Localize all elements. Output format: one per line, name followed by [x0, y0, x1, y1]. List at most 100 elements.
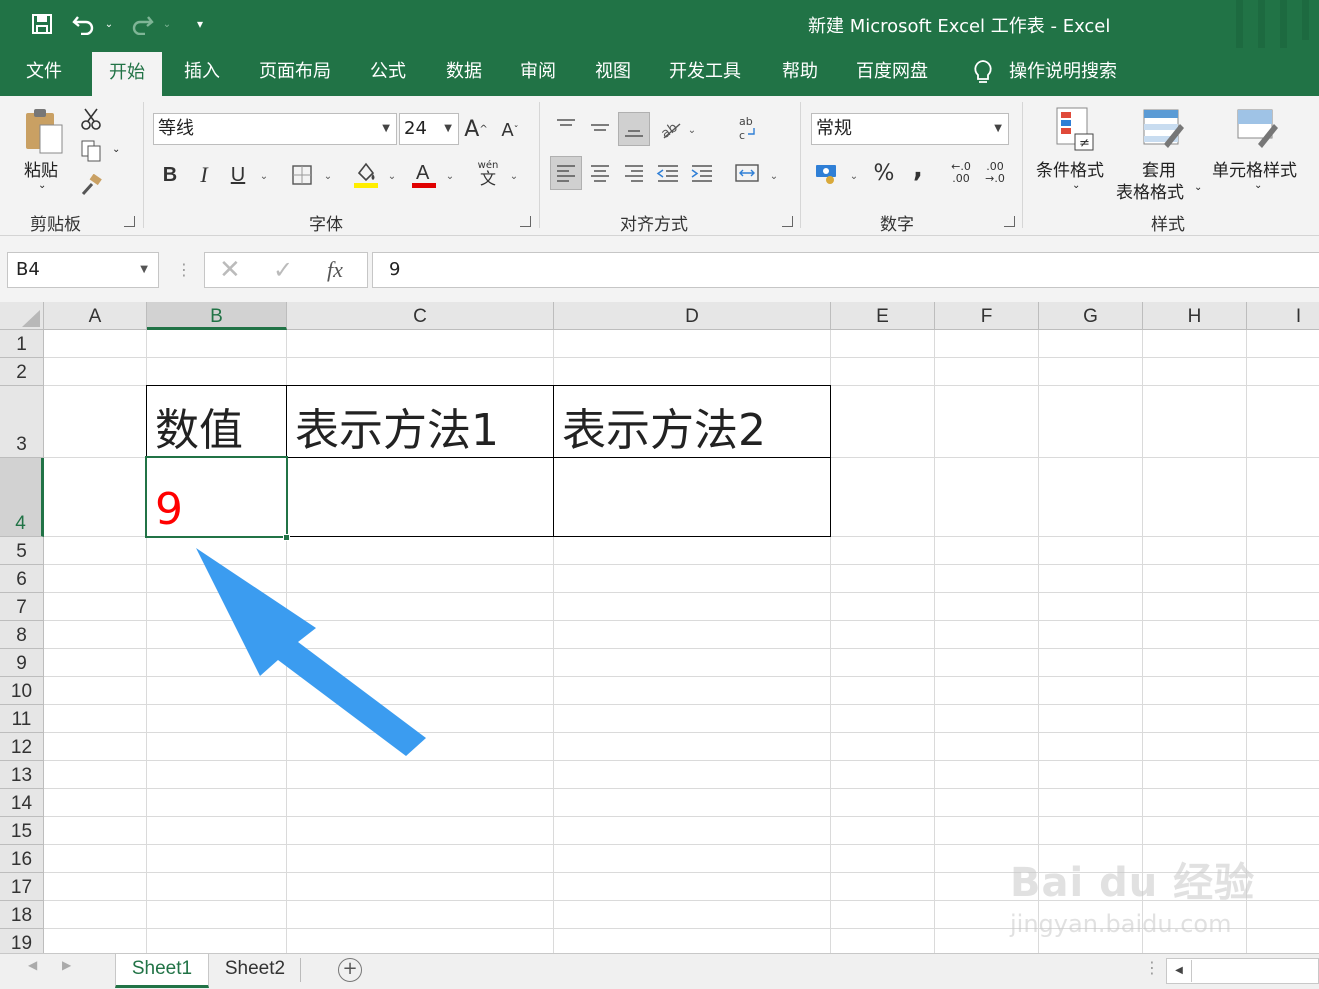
chevron-down-icon[interactable]: ▼ [994, 114, 1002, 144]
copy-icon[interactable] [78, 138, 104, 164]
chevron-down-icon[interactable]: ▼ [140, 253, 148, 287]
tab-view[interactable]: 视图 [583, 48, 643, 96]
tab-help[interactable]: 帮助 [770, 48, 830, 96]
column-header-h[interactable]: H [1143, 302, 1247, 330]
enter-icon[interactable]: ✓ [273, 255, 293, 285]
underline-button[interactable]: U [226, 160, 250, 190]
tab-review[interactable]: 审阅 [508, 48, 568, 96]
row-header-8[interactable]: 8 [0, 621, 44, 649]
format-as-table-icon[interactable] [1138, 104, 1188, 154]
save-icon[interactable] [28, 10, 56, 38]
name-box[interactable]: B4 ▼ [7, 252, 159, 288]
row-header-15[interactable]: 15 [0, 817, 44, 845]
middle-align-icon[interactable] [586, 112, 614, 142]
row-header-18[interactable]: 18 [0, 901, 44, 929]
percent-button[interactable]: % [870, 158, 898, 188]
fill-color-icon[interactable] [352, 158, 380, 190]
row-header-1[interactable]: 1 [0, 330, 44, 358]
column-header-a[interactable]: A [44, 302, 147, 330]
fill-color-dropdown-icon[interactable]: ⌄ [386, 166, 398, 186]
accounting-dropdown-icon[interactable]: ⌄ [848, 166, 860, 186]
cell-styles-icon[interactable] [1232, 104, 1282, 154]
borders-dropdown-icon[interactable]: ⌄ [322, 166, 334, 186]
increase-font-icon[interactable]: A ^ [464, 114, 488, 144]
row-header-4[interactable]: 4 [0, 458, 44, 537]
row-header-19[interactable]: 19 [0, 929, 44, 953]
row-header-12[interactable]: 12 [0, 733, 44, 761]
customize-icon[interactable]: ▾ [190, 10, 210, 38]
cell-d3[interactable]: 表示方法2 [554, 386, 830, 457]
increase-decimal-button[interactable]: ←.0 .00 [944, 158, 978, 188]
formula-input[interactable]: 9 [372, 252, 1319, 288]
align-left-icon[interactable] [550, 156, 582, 190]
decrease-indent-icon[interactable] [654, 158, 682, 188]
cell-styles-dropdown-icon[interactable]: ⌄ [1254, 180, 1262, 191]
font-name-combo[interactable]: 等线 ▼ [153, 113, 397, 145]
lightbulb-icon[interactable] [966, 48, 1000, 96]
tab-page-layout[interactable]: 页面布局 [250, 48, 340, 96]
tab-developer[interactable]: 开发工具 [660, 48, 750, 96]
font-color-icon[interactable]: A [410, 158, 438, 190]
decrease-decimal-button[interactable]: .00 →.0 [978, 158, 1012, 188]
conditional-formatting-label[interactable]: 条件格式 [1036, 156, 1104, 181]
sheet-tab-sheet2[interactable]: Sheet2 [210, 954, 300, 988]
align-center-icon[interactable] [586, 158, 614, 188]
format-painter-icon[interactable] [78, 172, 104, 198]
fill-handle[interactable] [283, 534, 290, 541]
cut-icon[interactable] [78, 106, 104, 132]
column-header-c[interactable]: C [287, 302, 554, 330]
sheet-tab-sheet1[interactable]: Sheet1 [115, 954, 209, 988]
worksheet-grid[interactable]: A B C D E F G H I 1 2 3 4 5 6 7 8 9 10 1… [0, 302, 1319, 953]
font-launcher-icon[interactable] [520, 216, 531, 227]
redo-dropdown-icon[interactable]: ⌄ [160, 10, 174, 38]
tab-insert[interactable]: 插入 [172, 48, 232, 96]
chevron-down-icon[interactable]: ▼ [444, 114, 452, 144]
row-header-5[interactable]: 5 [0, 537, 44, 565]
select-all-corner[interactable] [0, 302, 44, 330]
add-sheet-icon[interactable]: + [338, 958, 362, 982]
tab-home[interactable]: 开始 [92, 52, 162, 96]
cancel-icon[interactable]: ✕ [219, 255, 241, 285]
row-header-7[interactable]: 7 [0, 593, 44, 621]
copy-dropdown-icon[interactable]: ⌄ [112, 144, 120, 155]
row-header-14[interactable]: 14 [0, 789, 44, 817]
align-right-icon[interactable] [620, 158, 648, 188]
undo-icon[interactable] [70, 10, 98, 38]
scroll-left-arrow-icon[interactable]: ◀ [1167, 959, 1191, 983]
format-as-table-label-line2[interactable]: 表格格式 [1116, 178, 1184, 203]
column-header-b[interactable]: B [147, 302, 287, 330]
paste-dropdown-icon[interactable]: ⌄ [38, 180, 46, 191]
bottom-align-icon[interactable] [618, 112, 650, 146]
tab-formulas[interactable]: 公式 [358, 48, 418, 96]
row-header-16[interactable]: 16 [0, 845, 44, 873]
italic-button[interactable]: I [192, 160, 216, 190]
row-header-3[interactable]: 3 [0, 386, 44, 458]
scroll-right-icon[interactable]: ▶ [62, 958, 71, 972]
top-align-icon[interactable] [552, 112, 580, 142]
borders-icon[interactable] [288, 160, 316, 190]
paste-label[interactable]: 粘贴 [24, 156, 58, 181]
conditional-formatting-icon[interactable]: ≠ [1050, 104, 1100, 154]
column-header-i[interactable]: I [1247, 302, 1319, 330]
orientation-dropdown-icon[interactable]: ⌄ [686, 120, 698, 140]
chevron-down-icon[interactable]: ▼ [382, 114, 390, 144]
bold-button[interactable]: B [158, 160, 182, 190]
format-as-table-dropdown-icon[interactable]: ⌄ [1194, 182, 1202, 193]
number-format-combo[interactable]: 常规 ▼ [811, 113, 1009, 145]
row-header-11[interactable]: 11 [0, 705, 44, 733]
conditional-dropdown-icon[interactable]: ⌄ [1072, 180, 1080, 191]
cell-b3[interactable]: 数值 [147, 386, 286, 457]
redo-icon[interactable] [128, 10, 156, 38]
row-header-13[interactable]: 13 [0, 761, 44, 789]
horizontal-scrollbar[interactable]: ◀ [1166, 958, 1319, 984]
font-size-combo[interactable]: 24 ▼ [399, 113, 459, 145]
tab-baidu-netdisk[interactable]: 百度网盘 [847, 48, 937, 96]
font-color-dropdown-icon[interactable]: ⌄ [444, 166, 456, 186]
tab-data[interactable]: 数据 [434, 48, 494, 96]
phonetic-icon[interactable]: wén 文 [474, 158, 502, 190]
cell-styles-label[interactable]: 单元格样式 [1212, 156, 1297, 181]
row-header-9[interactable]: 9 [0, 649, 44, 677]
tab-splitter-icon[interactable]: ⋮ [1144, 958, 1160, 977]
row-header-17[interactable]: 17 [0, 873, 44, 901]
tell-me-search[interactable]: 操作说明搜索 [1005, 48, 1121, 96]
